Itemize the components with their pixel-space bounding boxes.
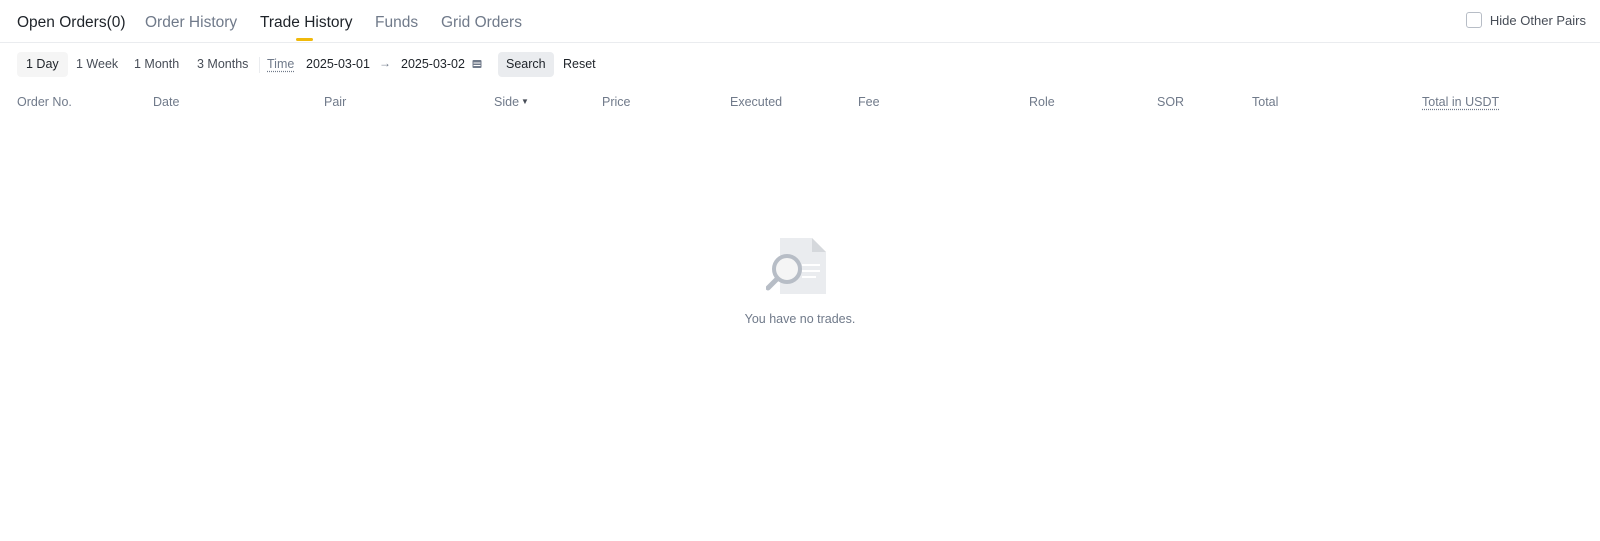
column-header-pair: Pair xyxy=(324,95,347,109)
tab-grid-orders[interactable]: Grid Orders xyxy=(441,13,522,33)
column-header-date: Date xyxy=(153,95,180,109)
period-3-months-button[interactable]: 3 Months xyxy=(188,52,257,77)
column-header-side-label: Side xyxy=(494,95,520,109)
start-date-input[interactable]: 2025-03-01 xyxy=(306,57,370,71)
period-1-week-button[interactable]: 1 Week xyxy=(67,52,127,77)
column-header-total-in-usdt[interactable]: Total in USDT xyxy=(1422,95,1499,109)
tab-funds[interactable]: Funds xyxy=(375,13,418,33)
column-header-order-no: Order No. xyxy=(17,95,72,109)
end-date-input[interactable]: 2025-03-02 xyxy=(401,57,465,71)
hide-other-pairs-checkbox[interactable] xyxy=(1465,12,1482,28)
period-1-day-button[interactable]: 1 Day xyxy=(17,52,68,77)
tab-open-orders[interactable]: Open Orders(0) xyxy=(17,13,126,33)
hide-other-pairs-toggle[interactable]: Hide Other Pairs xyxy=(1465,12,1586,28)
hide-other-pairs-label: Hide Other Pairs xyxy=(1489,12,1586,28)
tab-trade-history[interactable]: Trade History xyxy=(260,13,352,33)
calendar-icon[interactable] xyxy=(472,59,482,69)
active-tab-indicator xyxy=(296,38,313,41)
arrow-right-icon: → xyxy=(379,56,391,70)
tab-order-history[interactable]: Order History xyxy=(145,13,237,33)
no-data-search-icon xyxy=(766,238,826,294)
caret-down-icon: ▼ xyxy=(521,97,529,106)
column-header-fee: Fee xyxy=(858,95,880,109)
period-1-month-button[interactable]: 1 Month xyxy=(125,52,188,77)
column-header-executed: Executed xyxy=(730,95,783,109)
trade-history-panel: Open Orders(0) Order History Trade Histo… xyxy=(0,0,1600,541)
column-header-role: Role xyxy=(1029,95,1055,109)
filter-row: 1 Day 1 Week 1 Month 3 Months Time 2025-… xyxy=(0,52,1600,78)
reset-button[interactable]: Reset xyxy=(563,57,596,71)
column-header-total: Total xyxy=(1252,95,1279,109)
column-header-price: Price xyxy=(602,95,631,109)
filter-divider xyxy=(259,57,260,73)
time-label: Time xyxy=(267,57,295,71)
search-button[interactable]: Search xyxy=(498,52,554,77)
empty-state-message: You have no trades. xyxy=(744,312,856,326)
column-header-sor: SOR xyxy=(1157,95,1185,109)
column-header-side[interactable]: Side ▼ xyxy=(494,95,529,109)
orders-tab-bar: Open Orders(0) Order History Trade Histo… xyxy=(0,0,1600,43)
